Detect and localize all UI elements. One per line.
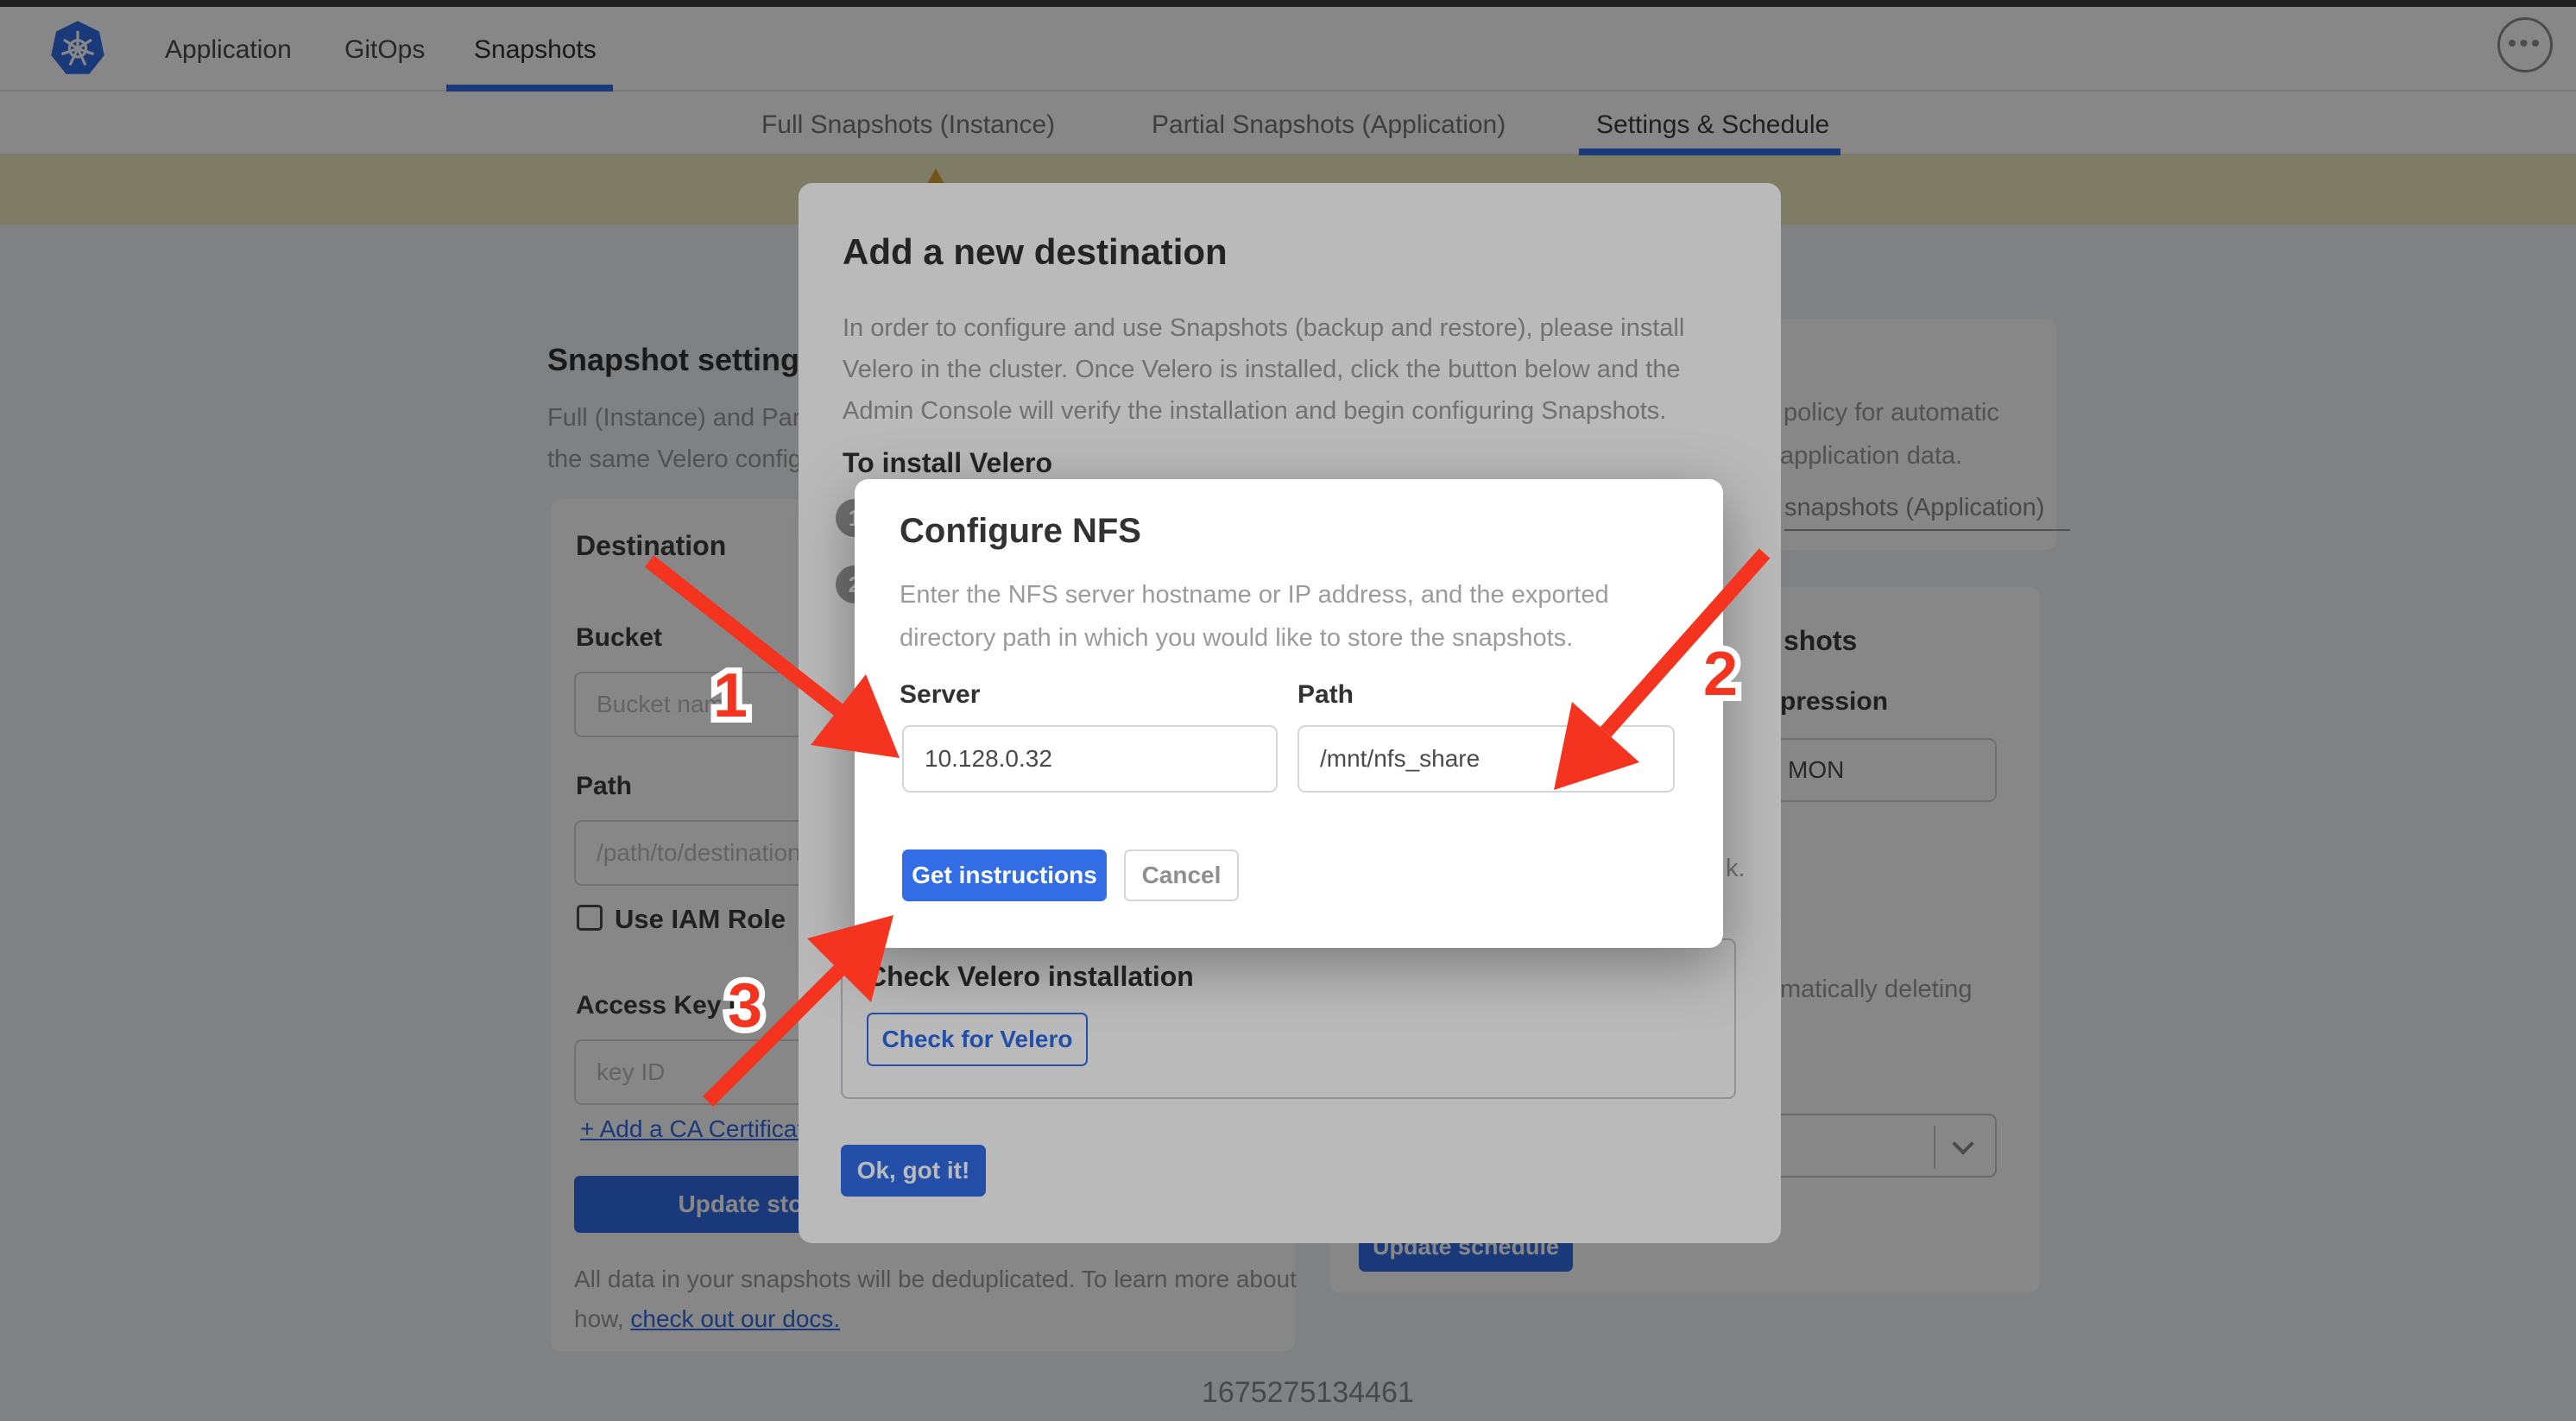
get-instructions-button[interactable]: Get instructions <box>902 849 1107 901</box>
nfs-desc-line2: directory path in which you would like t… <box>900 624 1573 653</box>
configure-nfs-title: Configure NFS <box>900 512 1141 551</box>
nfs-path-input[interactable] <box>1297 725 1675 793</box>
cancel-button[interactable]: Cancel <box>1124 849 1239 901</box>
configure-nfs-modal: Configure NFS Enter the NFS server hostn… <box>855 479 1723 948</box>
nfs-desc-line1: Enter the NFS server hostname or IP addr… <box>900 581 1609 609</box>
server-label: Server <box>900 680 980 710</box>
nfs-path-label: Path <box>1297 680 1354 710</box>
server-input[interactable] <box>902 725 1278 793</box>
